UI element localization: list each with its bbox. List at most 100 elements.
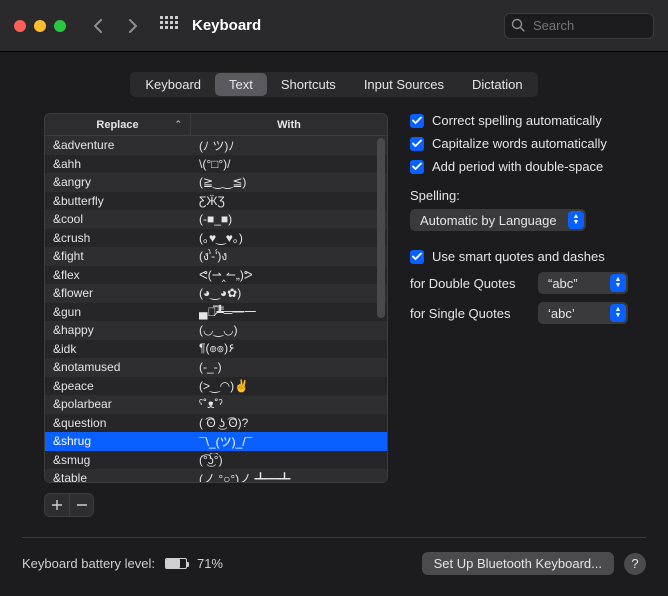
battery-label: Keyboard battery level: — [22, 556, 155, 571]
cell-replace: &shrug — [45, 434, 191, 448]
text-replacement-table: Replace ⌃ With &adventure(ﾉ ツ)ﾉ&ahh\(°□°… — [44, 113, 388, 483]
search-input[interactable] — [504, 13, 654, 39]
cell-replace: &crush — [45, 231, 191, 245]
cell-with: (-■_■) — [191, 212, 387, 226]
cell-with: ᕙ(⇀‸↼„)ᕗ — [191, 268, 387, 282]
forward-button[interactable] — [118, 14, 146, 38]
add-period-checkbox-row[interactable]: Add period with double-space — [410, 159, 638, 174]
tab-shortcuts[interactable]: Shortcuts — [267, 73, 350, 96]
updown-arrows-icon: ▲▼ — [568, 211, 584, 229]
cell-replace: &smug — [45, 453, 191, 467]
battery-percent: 71% — [197, 556, 223, 571]
table-row[interactable]: &idk¶(๏๏)۶ — [45, 340, 387, 359]
checkbox-checked-icon — [410, 137, 424, 151]
smart-quotes-label: Use smart quotes and dashes — [432, 249, 605, 264]
column-header-replace-label: Replace — [96, 119, 138, 131]
double-quotes-value: “abc” — [548, 276, 578, 291]
cell-with: ▄︻̷̿┻̿═━一 — [191, 303, 387, 320]
spelling-select[interactable]: Automatic by Language ▲▼ — [410, 209, 586, 231]
single-quotes-label: for Single Quotes — [410, 306, 528, 321]
cell-replace: &notamused — [45, 360, 191, 374]
correct-spelling-checkbox-row[interactable]: Correct spelling automatically — [410, 113, 638, 128]
chevron-left-icon — [94, 19, 103, 33]
cell-replace: &angry — [45, 175, 191, 189]
table-row[interactable]: &crush(｡♥‿♥｡) — [45, 229, 387, 248]
add-button[interactable] — [45, 494, 69, 516]
cell-with: (-_-) — [191, 360, 387, 374]
cell-replace: &ahh — [45, 157, 191, 171]
help-button[interactable]: ? — [624, 553, 646, 575]
table-row[interactable]: &angry(≧‿‿≦) — [45, 173, 387, 192]
tab-dictation[interactable]: Dictation — [458, 73, 537, 96]
column-header-replace[interactable]: Replace ⌃ — [45, 114, 191, 135]
single-quotes-select[interactable]: ‘abc’ ▲▼ — [538, 302, 628, 324]
remove-button[interactable] — [69, 494, 93, 516]
cell-with: (ง'̀-'́)ง — [191, 247, 387, 266]
table-row[interactable]: &peace(>‿◠)✌ — [45, 377, 387, 396]
plus-icon — [52, 500, 62, 510]
minimize-window-button[interactable] — [34, 20, 46, 32]
table-row[interactable]: &fight(ง'̀-'́)ง — [45, 247, 387, 266]
table-row[interactable]: &smug(͡°͜ʖ͡°) — [45, 451, 387, 470]
cell-replace: &flex — [45, 268, 191, 282]
capitalize-label: Capitalize words automatically — [432, 136, 607, 151]
cell-replace: &happy — [45, 323, 191, 337]
table-row[interactable]: &flexᕙ(⇀‸↼„)ᕗ — [45, 266, 387, 285]
cell-with: ( ͡ʘ ͜ʖ ͡ʘ)? — [191, 416, 387, 430]
table-row[interactable]: &ahh\(°□°)/ — [45, 155, 387, 174]
cell-with: (｡♥‿♥｡) — [191, 229, 387, 246]
table-row[interactable]: &gun▄︻̷̿┻̿═━一 — [45, 303, 387, 322]
table-row[interactable]: &notamused(-_-) — [45, 358, 387, 377]
table-row[interactable]: &adventure(ﾉ ツ)ﾉ — [45, 136, 387, 155]
cell-replace: &fight — [45, 249, 191, 263]
titlebar: Keyboard — [0, 0, 668, 52]
single-quotes-value: ‘abc’ — [548, 306, 575, 321]
checkbox-checked-icon — [410, 114, 424, 128]
table-row[interactable]: &cool(-■_■) — [45, 210, 387, 229]
table-row[interactable]: &happy(◡‿◡) — [45, 321, 387, 340]
cell-with: (◡‿◡) — [191, 323, 387, 337]
cell-with: (>‿◠)✌ — [191, 379, 387, 393]
tab-input-sources[interactable]: Input Sources — [350, 73, 458, 96]
search-field-wrap — [504, 13, 654, 39]
double-quotes-select[interactable]: “abc” ▲▼ — [538, 272, 628, 294]
window-controls — [14, 20, 66, 32]
correct-spelling-label: Correct spelling automatically — [432, 113, 602, 128]
back-button[interactable] — [84, 14, 112, 38]
table-row[interactable]: &shrug¯\_(ツ)_/¯ — [45, 432, 387, 451]
table-row[interactable]: &question( ͡ʘ ͜ʖ ͡ʘ)? — [45, 414, 387, 433]
tab-keyboard[interactable]: Keyboard — [131, 73, 215, 96]
battery-icon — [165, 558, 187, 569]
updown-arrows-icon: ▲▼ — [610, 304, 626, 322]
bottom-bar: Keyboard battery level: 71% Set Up Bluet… — [0, 538, 668, 575]
add-period-label: Add period with double-space — [432, 159, 603, 174]
cell-with: ¯\_(ツ)_/¯ — [191, 433, 387, 450]
search-icon — [511, 18, 525, 32]
cell-replace: &butterfly — [45, 194, 191, 208]
tab-text[interactable]: Text — [215, 73, 267, 96]
smart-quotes-checkbox-row[interactable]: Use smart quotes and dashes — [410, 249, 638, 264]
table-row[interactable]: &flower(◕‿◕✿) — [45, 284, 387, 303]
table-row[interactable]: &polarbearˁ˚ᴥ˚ˀ — [45, 395, 387, 414]
apps-grid-icon[interactable] — [160, 16, 180, 36]
updown-arrows-icon: ▲▼ — [610, 274, 626, 292]
cell-replace: &polarbear — [45, 397, 191, 411]
checkbox-checked-icon — [410, 160, 424, 174]
cell-replace: &adventure — [45, 138, 191, 152]
spelling-section-label: Spelling: — [410, 188, 638, 203]
column-header-with-label: With — [277, 119, 301, 131]
double-quotes-label: for Double Quotes — [410, 276, 528, 291]
close-window-button[interactable] — [14, 20, 26, 32]
zoom-window-button[interactable] — [54, 20, 66, 32]
table-row[interactable]: &butterflyƸӜƷ — [45, 192, 387, 211]
column-header-with[interactable]: With — [191, 114, 387, 135]
cell-with: (ﾉ ツ)ﾉ — [191, 137, 387, 154]
cell-with: ƸӜƷ — [191, 194, 387, 208]
spelling-select-value: Automatic by Language — [420, 213, 557, 228]
bluetooth-keyboard-button[interactable]: Set Up Bluetooth Keyboard... — [422, 552, 614, 575]
cell-with: ˁ˚ᴥ˚ˀ — [191, 397, 387, 411]
scrollbar-thumb[interactable] — [377, 138, 385, 318]
capitalize-checkbox-row[interactable]: Capitalize words automatically — [410, 136, 638, 151]
cell-with: (͡°͜ʖ͡°) — [191, 453, 387, 467]
table-row[interactable]: &table(ノ °○°)ノ ┻━┻ — [45, 469, 387, 482]
